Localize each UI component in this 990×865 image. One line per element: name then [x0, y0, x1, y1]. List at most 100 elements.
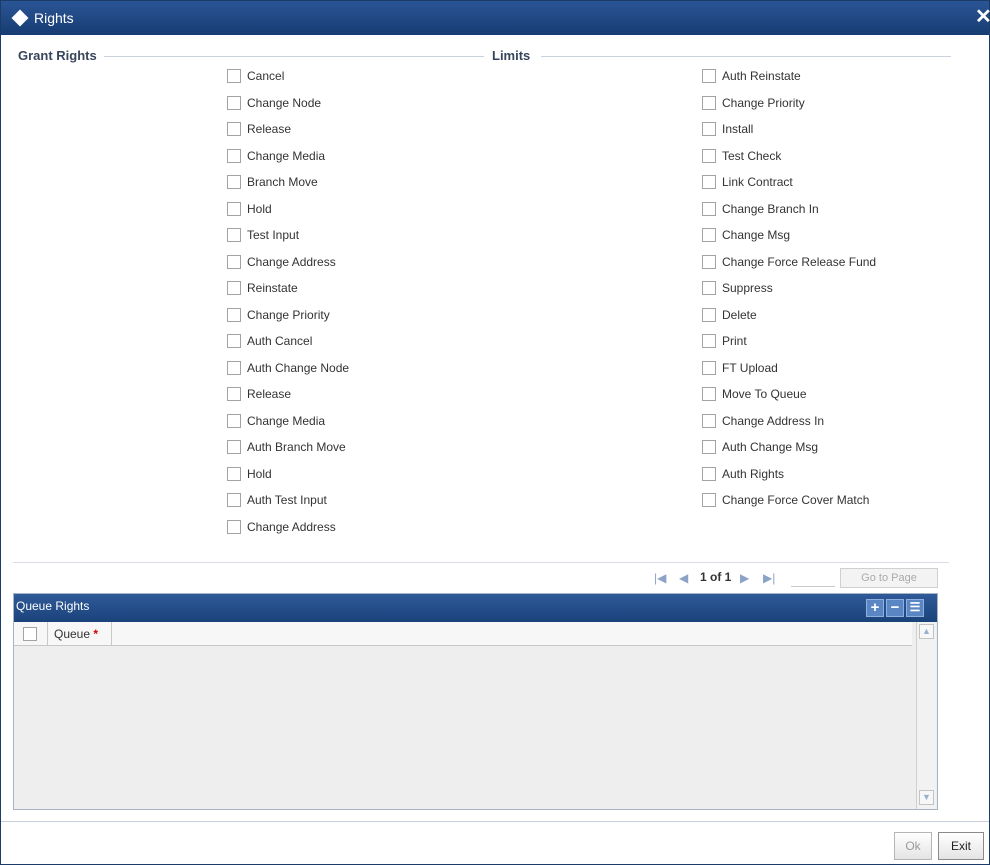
left-checkbox-row[interactable]: Branch Move	[227, 173, 318, 191]
right-checkbox[interactable]	[702, 122, 716, 136]
right-checkbox-label: Delete	[722, 307, 757, 322]
left-checkbox[interactable]	[227, 148, 241, 163]
right-checkbox[interactable]	[702, 175, 716, 189]
left-checkbox-row[interactable]: Auth Branch Move	[227, 438, 346, 456]
left-checkbox[interactable]	[227, 334, 241, 348]
right-checkbox[interactable]	[702, 307, 716, 322]
left-checkbox-label: Reinstate	[247, 281, 298, 295]
right-checkbox-row[interactable]: Auth Reinstate	[702, 67, 801, 85]
close-icon[interactable]: ✕	[975, 6, 990, 28]
left-checkbox-row[interactable]: Change Priority	[227, 306, 330, 324]
select-all-checkbox[interactable]	[23, 627, 37, 641]
left-checkbox-row[interactable]: Release	[227, 120, 291, 138]
right-checkbox[interactable]	[702, 413, 716, 428]
left-checkbox[interactable]	[227, 413, 241, 428]
left-checkbox-row[interactable]: Hold	[227, 200, 272, 218]
left-checkbox[interactable]	[227, 69, 241, 83]
add-row-icon[interactable]: +	[866, 599, 884, 617]
right-checkbox-row[interactable]: Change Priority	[702, 94, 805, 112]
right-checkbox-label: FT Upload	[722, 360, 778, 375]
right-checkbox-row[interactable]: FT Upload	[702, 359, 778, 377]
left-checkbox-label: Auth Test Input	[247, 493, 327, 507]
right-checkbox[interactable]	[702, 201, 716, 216]
single-view-icon[interactable]: ☰	[906, 599, 924, 617]
right-checkbox[interactable]	[702, 493, 716, 507]
right-checkbox[interactable]	[702, 254, 716, 269]
grant-rights-divider	[104, 56, 484, 57]
right-checkbox-row[interactable]: Move To Queue	[702, 385, 807, 403]
grid-scrollbar[interactable]: ▲ ▼	[916, 622, 936, 809]
first-page-icon[interactable]: |◀	[654, 571, 666, 585]
left-checkbox-label: Release	[247, 122, 292, 136]
left-checkbox[interactable]	[227, 493, 241, 507]
right-checkbox[interactable]	[702, 334, 716, 348]
right-checkbox[interactable]	[702, 466, 716, 481]
ok-button[interactable]: Ok	[894, 832, 932, 860]
left-checkbox-row[interactable]: Release	[227, 385, 291, 403]
left-checkbox[interactable]	[227, 466, 241, 481]
page-number-input[interactable]	[791, 569, 835, 587]
right-checkbox-row[interactable]: Auth Rights	[702, 465, 784, 483]
right-checkbox-row[interactable]: Change Msg	[702, 226, 790, 244]
right-checkbox-row[interactable]: Change Force Cover Match	[702, 491, 869, 509]
left-checkbox[interactable]	[227, 440, 241, 454]
left-checkbox[interactable]	[227, 360, 241, 375]
left-checkbox[interactable]	[227, 228, 241, 242]
right-checkbox-row[interactable]: Print	[702, 332, 747, 350]
left-checkbox[interactable]	[227, 122, 241, 136]
scroll-up-icon[interactable]: ▲	[919, 624, 934, 639]
right-checkbox[interactable]	[702, 440, 716, 454]
left-checkbox-row[interactable]: Auth Cancel	[227, 332, 312, 350]
right-checkbox-row[interactable]: Delete	[702, 306, 757, 324]
left-checkbox-row[interactable]: Reinstate	[227, 279, 298, 297]
left-checkbox-label: Cancel	[247, 69, 285, 83]
left-checkbox-label: Auth Cancel	[247, 334, 313, 348]
last-page-icon[interactable]: ▶|	[763, 571, 775, 585]
right-checkbox-row[interactable]: Suppress	[702, 279, 773, 297]
queue-rights-grid: Queue Rights + − ☰ Queue * ▲ ▼	[13, 593, 938, 810]
left-checkbox[interactable]	[227, 387, 241, 401]
right-checkbox-label: Change Address In	[722, 413, 825, 428]
left-checkbox[interactable]	[227, 175, 241, 189]
right-checkbox[interactable]	[702, 360, 716, 375]
left-checkbox-row[interactable]: Hold	[227, 465, 272, 483]
left-checkbox[interactable]	[227, 281, 241, 295]
right-checkbox[interactable]	[702, 69, 716, 83]
left-checkbox-row[interactable]: Cancel	[227, 67, 284, 85]
delete-row-icon[interactable]: −	[886, 599, 904, 617]
right-checkbox-row[interactable]: Test Check	[702, 147, 781, 165]
left-checkbox-row[interactable]: Change Node	[227, 94, 321, 112]
left-checkbox-label: Test Input	[247, 228, 300, 242]
left-checkbox-row[interactable]: Change Address	[227, 253, 336, 271]
scroll-down-icon[interactable]: ▼	[919, 790, 934, 805]
right-checkbox-row[interactable]: Auth Change Msg	[702, 438, 818, 456]
right-checkbox[interactable]	[702, 281, 716, 295]
go-to-page-button[interactable]: Go to Page	[840, 568, 938, 588]
next-page-icon[interactable]: ▶	[740, 571, 749, 585]
left-checkbox[interactable]	[227, 95, 241, 110]
pagination-bar: |◀ ◀ 1 of 1 ▶ ▶| Go to Page	[13, 562, 949, 590]
right-checkbox[interactable]	[702, 148, 716, 163]
right-checkbox-row[interactable]: Change Branch In	[702, 200, 819, 218]
left-checkbox-row[interactable]: Test Input	[227, 226, 299, 244]
left-checkbox-row[interactable]: Change Media	[227, 147, 325, 165]
right-checkbox-row[interactable]: Install	[702, 120, 753, 138]
prev-page-icon[interactable]: ◀	[679, 571, 688, 585]
right-checkbox-row[interactable]: Change Address In	[702, 412, 824, 430]
left-checkbox[interactable]	[227, 201, 241, 216]
right-checkbox[interactable]	[702, 387, 716, 401]
rights-window: Rights ✕ Grant Rights Limits Cancel Chang…	[0, 0, 990, 865]
left-checkbox[interactable]	[227, 254, 241, 269]
left-checkbox-row[interactable]: Auth Change Node	[227, 359, 349, 377]
right-checkbox-row[interactable]: Link Contract	[702, 173, 793, 191]
exit-button[interactable]: Exit	[938, 832, 984, 860]
right-checkbox[interactable]	[702, 228, 716, 242]
left-checkbox[interactable]	[227, 307, 241, 322]
right-checkbox[interactable]	[702, 95, 716, 110]
right-checkbox-row[interactable]: Change Force Release Fund	[702, 253, 876, 271]
left-checkbox[interactable]	[227, 519, 241, 534]
left-checkbox-row[interactable]: Auth Test Input	[227, 491, 327, 509]
queue-rights-header: Queue Rights + − ☰	[14, 594, 937, 622]
left-checkbox-row[interactable]: Change Address	[227, 518, 336, 536]
left-checkbox-row[interactable]: Change Media	[227, 412, 325, 430]
